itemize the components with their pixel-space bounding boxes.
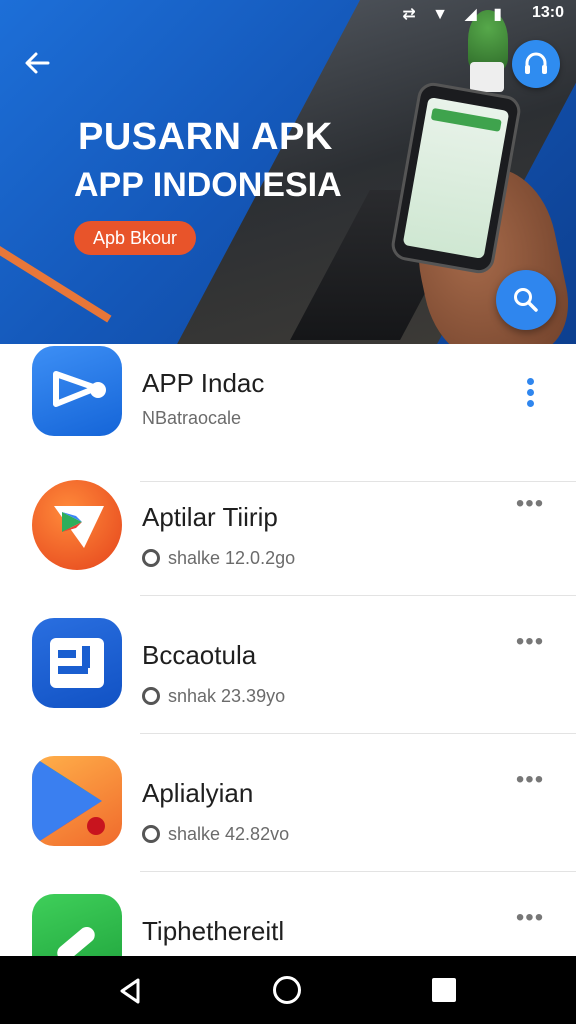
lock-circle-icon <box>142 825 160 843</box>
app-meta-text: shalke 12.0.2go <box>168 548 296 568</box>
app-meta: shalke 12.0.2go <box>142 548 295 569</box>
support-button[interactable] <box>512 40 560 88</box>
app-icon-blue-square <box>32 618 122 708</box>
list-item[interactable]: Aplialyian shalke 42.82vo ••• <box>0 734 576 872</box>
play-arrow-icon <box>53 371 106 407</box>
link-icon <box>57 927 95 956</box>
list-item[interactable]: Aptilar Tiirip shalke 12.0.2go ••• <box>0 458 576 596</box>
recent-square-icon[interactable] <box>432 978 456 1002</box>
app-icon-play-store <box>32 480 122 570</box>
plant-pot-image <box>470 62 504 92</box>
app-meta-text: snhak 23.39yo <box>168 686 286 706</box>
list-item[interactable]: Tiphethereitl ••• <box>0 872 576 956</box>
app-name: APP Indac <box>142 368 265 398</box>
play-store-icon <box>54 506 104 548</box>
back-button[interactable] <box>20 48 54 82</box>
more-horiz-icon[interactable]: ••• <box>512 768 548 792</box>
grid-logo-icon <box>50 638 104 688</box>
status-bar: ⇄ ▼ ◢ ▮ 13:0 <box>0 0 576 28</box>
back-triangle-icon[interactable] <box>116 976 144 1006</box>
app-icon-play-arrow <box>32 346 122 436</box>
app-list: APP Indac NBatraocale Aptilar Tiirip sha… <box>0 344 576 956</box>
status-time: 13:0 <box>531 4 564 21</box>
app-icon-play <box>32 756 122 846</box>
app-name: Tiphethereitl <box>142 916 285 946</box>
arrow-left-icon <box>25 52 50 74</box>
app-meta-text: shalke 42.82vo <box>168 824 290 844</box>
more-horiz-icon[interactable]: ••• <box>512 906 548 930</box>
home-circle-icon[interactable] <box>273 976 301 1004</box>
more-horiz-icon[interactable]: ••• <box>512 492 548 516</box>
status-icons: ⇄ ▼ ◢ ▮ <box>402 6 508 23</box>
hero-title: PUSARN APK <box>78 116 333 158</box>
hero-pill-button[interactable]: Apb Bkour <box>74 221 196 255</box>
search-icon <box>514 288 538 312</box>
more-vert-icon[interactable] <box>520 378 540 412</box>
app-meta: NBatraocale <box>142 408 242 428</box>
download-circle-icon <box>142 549 160 567</box>
more-horiz-icon[interactable]: ••• <box>512 630 548 654</box>
system-nav-bar <box>0 956 576 1024</box>
app-icon-green <box>32 894 122 956</box>
headset-icon <box>525 52 547 74</box>
list-item[interactable]: Bccaotula snhak 23.39yo ••• <box>0 596 576 734</box>
hero-banner: ⇄ ▼ ◢ ▮ 13:0 PUSARN APK APP INDONESIA Ap… <box>0 0 576 344</box>
app-name: Aplialyian <box>142 778 254 808</box>
hero-subtitle: APP INDONESIA <box>74 166 342 204</box>
play-triangle-icon <box>32 756 105 846</box>
app-name: Bccaotula <box>142 640 257 670</box>
search-button[interactable] <box>496 270 556 330</box>
app-meta: snhak 23.39yo <box>142 686 285 707</box>
app-meta: shalke 42.82vo <box>142 824 289 845</box>
app-name: Aptilar Tiirip <box>142 502 278 532</box>
lock-circle-icon <box>142 687 160 705</box>
